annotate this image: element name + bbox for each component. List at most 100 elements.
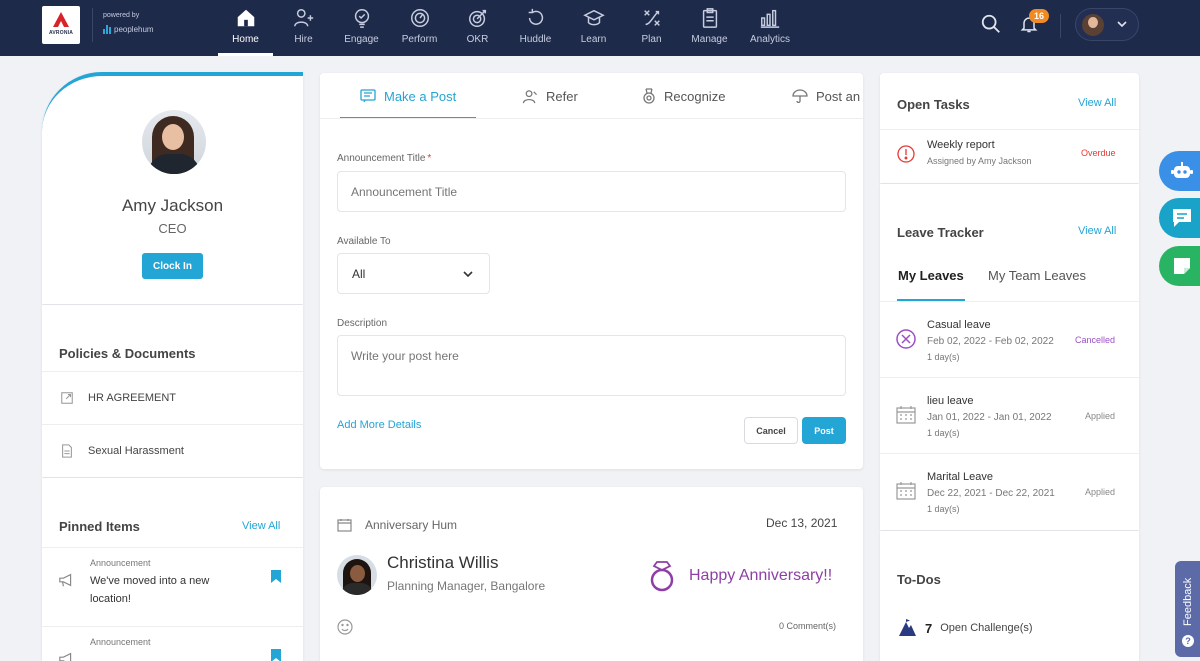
add-more-details-link[interactable]: Add More Details — [337, 419, 421, 431]
bookmark-icon[interactable] — [271, 570, 281, 583]
tab-my-leaves[interactable]: My Leaves — [898, 268, 964, 283]
policy-item[interactable]: Sexual Harassment — [42, 424, 303, 477]
pinned-title: Pinned Items — [59, 519, 140, 534]
tab-post-an[interactable]: Post an — [792, 73, 861, 118]
leave-days: 1 day(s) — [927, 428, 960, 438]
clock-in-button[interactable]: Clock In — [142, 253, 203, 279]
cancel-circle-icon — [896, 329, 916, 349]
tab-make-a-post[interactable]: Make a Post — [339, 73, 477, 118]
chevron-down-icon — [463, 271, 473, 278]
engage-icon — [354, 9, 369, 28]
calendar-icon — [896, 406, 916, 424]
challenge-icon — [899, 619, 916, 636]
feedback-tab[interactable]: Feedback ? — [1175, 561, 1200, 657]
tab-label: Post an — [816, 88, 861, 104]
nav-manage[interactable]: Manage — [682, 0, 737, 56]
nav-huddle[interactable]: Huddle — [508, 0, 563, 56]
open-tasks-card: Open Tasks View All Weekly report Assign… — [880, 73, 1139, 183]
tab-my-team-leaves[interactable]: My Team Leaves — [988, 268, 1086, 283]
pinned-text: We've moved into a new location! — [90, 575, 210, 605]
emoji-icon[interactable] — [337, 619, 353, 635]
comments-count[interactable]: 0 Comment(s) — [779, 621, 836, 631]
tasks-view-all-link[interactable]: View All — [1078, 97, 1116, 109]
chat-bubble-icon — [1173, 209, 1191, 227]
notes-button[interactable] — [1159, 246, 1200, 286]
calendar-icon — [337, 519, 352, 532]
task-item[interactable]: Weekly report Assigned by Amy Jackson Ov… — [880, 129, 1139, 183]
cancel-button[interactable]: Cancel — [744, 417, 798, 444]
leave-item[interactable]: lieu leave Jan 01, 2022 - Jan 01, 2022 1… — [880, 377, 1139, 453]
policies-card: Policies & Documents HR AGREEMENT Sexual… — [42, 305, 303, 477]
available-to-select[interactable]: All — [337, 253, 490, 294]
leave-status: Applied — [1085, 411, 1116, 421]
todo-item[interactable]: 7 Open Challenge(s) — [897, 619, 1033, 637]
chat-button[interactable] — [1159, 198, 1200, 238]
nav-plan[interactable]: Plan — [624, 0, 679, 56]
leave-item[interactable]: Casual leave Feb 02, 2022 - Feb 02, 2022… — [880, 301, 1139, 377]
open-tasks-title: Open Tasks — [897, 97, 970, 112]
nav-engage[interactable]: Engage — [334, 0, 389, 56]
user-menu[interactable] — [1075, 8, 1139, 41]
anniversary-header: Anniversary Hum — [337, 518, 457, 532]
leave-dates: Feb 02, 2022 - Feb 02, 2022 — [927, 336, 1054, 347]
nav-hire[interactable]: Hire — [276, 0, 331, 56]
nav-label: Engage — [344, 34, 379, 45]
pinned-kind: Announcement — [90, 637, 151, 647]
person-description: Planning Manager, Bangalore — [387, 579, 546, 593]
sticky-note-icon — [1174, 258, 1190, 274]
avatar[interactable] — [337, 555, 377, 595]
tab-refer[interactable]: Refer — [522, 73, 578, 118]
anniversary-header-text: Anniversary Hum — [365, 518, 458, 532]
tab-recognize[interactable]: Recognize — [642, 73, 726, 118]
pinned-card: Pinned Items View All Announcement We've… — [42, 478, 303, 661]
post-composer-card: Make a Post Refer Recognize Post an Anno… — [320, 73, 863, 469]
external-doc-icon — [61, 392, 73, 404]
tab-label: Make a Post — [384, 88, 457, 104]
leave-status: Cancelled — [1075, 335, 1116, 345]
todos-title: To-Dos — [897, 572, 941, 587]
pinned-item[interactable]: Announcement — [42, 626, 303, 661]
home-icon — [237, 9, 254, 27]
search-icon[interactable] — [980, 13, 1002, 35]
bar-chart-icon — [760, 9, 780, 28]
nav-label: Home — [232, 34, 259, 45]
chatbot-button[interactable] — [1159, 151, 1200, 191]
pinned-item[interactable]: Announcement We've moved into a new loca… — [42, 547, 303, 625]
profile-photo[interactable] — [142, 110, 206, 174]
nav-label: Analytics — [749, 34, 790, 45]
question-icon: ? — [1182, 635, 1194, 647]
peoplehum-logo-icon — [103, 25, 111, 34]
medal-icon — [643, 88, 655, 104]
nav-analytics[interactable]: Analytics — [740, 0, 800, 56]
policy-label: HR AGREEMENT — [88, 392, 177, 404]
todo-count: 7 — [925, 620, 933, 636]
clipboard-icon — [702, 8, 717, 28]
tab-label: Refer — [546, 88, 578, 104]
announcement-title-input[interactable] — [337, 171, 846, 212]
nav-home[interactable]: Home — [218, 0, 273, 56]
profile-role: CEO — [158, 221, 187, 236]
person-add-icon — [293, 9, 313, 27]
target-icon — [468, 9, 486, 27]
pinned-view-all-link[interactable]: View All — [242, 520, 280, 532]
person-name[interactable]: Christina Willis — [387, 553, 498, 573]
nav-learn[interactable]: Learn — [566, 0, 621, 56]
partner-name: peoplehum — [114, 25, 154, 34]
company-logo[interactable]: AVRONIA — [42, 6, 80, 44]
leave-days: 1 day(s) — [927, 504, 960, 514]
leave-item[interactable]: Marital Leave Dec 22, 2021 - Dec 22, 202… — [880, 453, 1139, 529]
refer-icon — [522, 89, 537, 103]
policy-item[interactable]: HR AGREEMENT — [42, 371, 303, 424]
post-button[interactable]: Post — [802, 417, 846, 444]
description-textarea[interactable] — [337, 335, 846, 396]
avatar — [1082, 14, 1104, 36]
nav-okr[interactable]: OKR — [450, 0, 505, 56]
main-nav: Home Hire Engage Perform OKR Huddle Lear… — [218, 0, 803, 56]
nav-perform[interactable]: Perform — [392, 0, 447, 56]
bookmark-icon[interactable] — [271, 649, 281, 661]
pinned-kind: Announcement — [90, 558, 151, 568]
task-assigned-by: Assigned by Amy Jackson — [927, 156, 1032, 166]
feedback-label: Feedback — [1182, 577, 1194, 626]
tab-label: Recognize — [664, 88, 726, 104]
leave-view-all-link[interactable]: View All — [1078, 225, 1116, 237]
